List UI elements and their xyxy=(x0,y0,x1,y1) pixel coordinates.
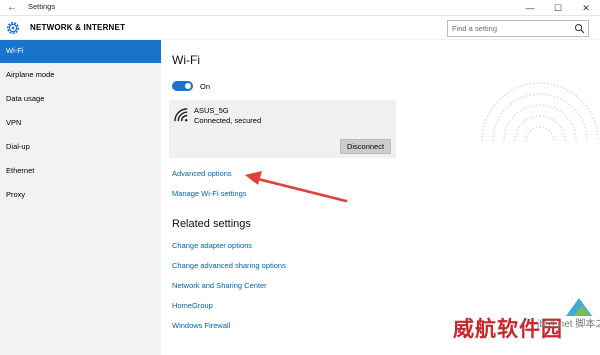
search-box[interactable] xyxy=(447,20,589,37)
advanced-options-link[interactable]: Advanced options xyxy=(172,169,232,178)
sidebar-item-label: Wi-Fi xyxy=(6,46,24,55)
related-settings-heading: Related settings xyxy=(172,218,251,230)
network-card[interactable]: ASUS_5G Connected, secured Disconnect xyxy=(169,100,396,158)
wifi-toggle[interactable] xyxy=(172,81,193,91)
sidebar-item-label: Ethernet xyxy=(6,166,35,175)
change-adapter-options-link[interactable]: Change adapter options xyxy=(172,241,252,250)
sidebar-item-label: Airplane mode xyxy=(6,70,55,79)
sidebar-item-label: Dial-up xyxy=(6,142,30,151)
toggle-knob xyxy=(185,83,191,89)
settings-header: NETWORK & INTERNET xyxy=(0,16,600,40)
sidebar-item-label: Data usage xyxy=(6,94,45,103)
sidebar-item-label: VPN xyxy=(6,118,22,127)
gear-icon xyxy=(7,22,19,34)
minimize-button[interactable]: — xyxy=(516,0,544,16)
sidebar-item-dial-up[interactable]: Dial-up xyxy=(0,136,161,159)
disconnect-button[interactable]: Disconnect xyxy=(340,139,391,154)
search-input[interactable] xyxy=(452,23,570,34)
network-ssid: ASUS_5G xyxy=(194,106,229,115)
section-title: NETWORK & INTERNET xyxy=(30,23,126,32)
network-and-sharing-center-link[interactable]: Network and Sharing Center xyxy=(172,281,267,290)
manage-wifi-settings-link[interactable]: Manage Wi-Fi settings xyxy=(172,189,247,198)
change-advanced-sharing-options-link[interactable]: Change advanced sharing options xyxy=(172,261,286,270)
search-icon[interactable] xyxy=(574,23,585,34)
sidebar-item-wifi[interactable]: Wi-Fi xyxy=(0,40,161,63)
back-arrow-icon[interactable]: ← xyxy=(5,1,19,15)
close-button[interactable]: ✕ xyxy=(572,0,600,16)
wifi-signal-icon xyxy=(174,108,188,122)
maximize-button[interactable]: ☐ xyxy=(544,0,572,16)
windows-firewall-link[interactable]: Windows Firewall xyxy=(172,321,230,330)
network-status: Connected, secured xyxy=(194,116,262,125)
homegroup-link[interactable]: HomeGroup xyxy=(172,301,213,310)
sidebar-item-ethernet[interactable]: Ethernet xyxy=(0,160,161,183)
main-content: Wi-Fi On ASUS_5G Connected, secured Disc… xyxy=(161,40,600,355)
watermark-subtext: jb51.net 脚本之家 xyxy=(537,319,600,330)
sidebar-item-data-usage[interactable]: Data usage xyxy=(0,88,161,111)
window-title: Settings xyxy=(28,2,56,11)
sidebar-item-proxy[interactable]: Proxy xyxy=(0,184,161,207)
sidebar-item-vpn[interactable]: VPN xyxy=(0,112,161,135)
sidebar: Wi-Fi Airplane mode Data usage VPN Dial-… xyxy=(0,40,161,355)
title-bar: ← Settings — ☐ ✕ xyxy=(0,0,600,16)
page-title: Wi-Fi xyxy=(172,53,200,67)
sidebar-item-airplane-mode[interactable]: Airplane mode xyxy=(0,64,161,87)
sidebar-item-label: Proxy xyxy=(6,190,26,199)
wifi-toggle-label: On xyxy=(200,82,211,91)
wifi-watermark-graphic xyxy=(481,82,599,142)
